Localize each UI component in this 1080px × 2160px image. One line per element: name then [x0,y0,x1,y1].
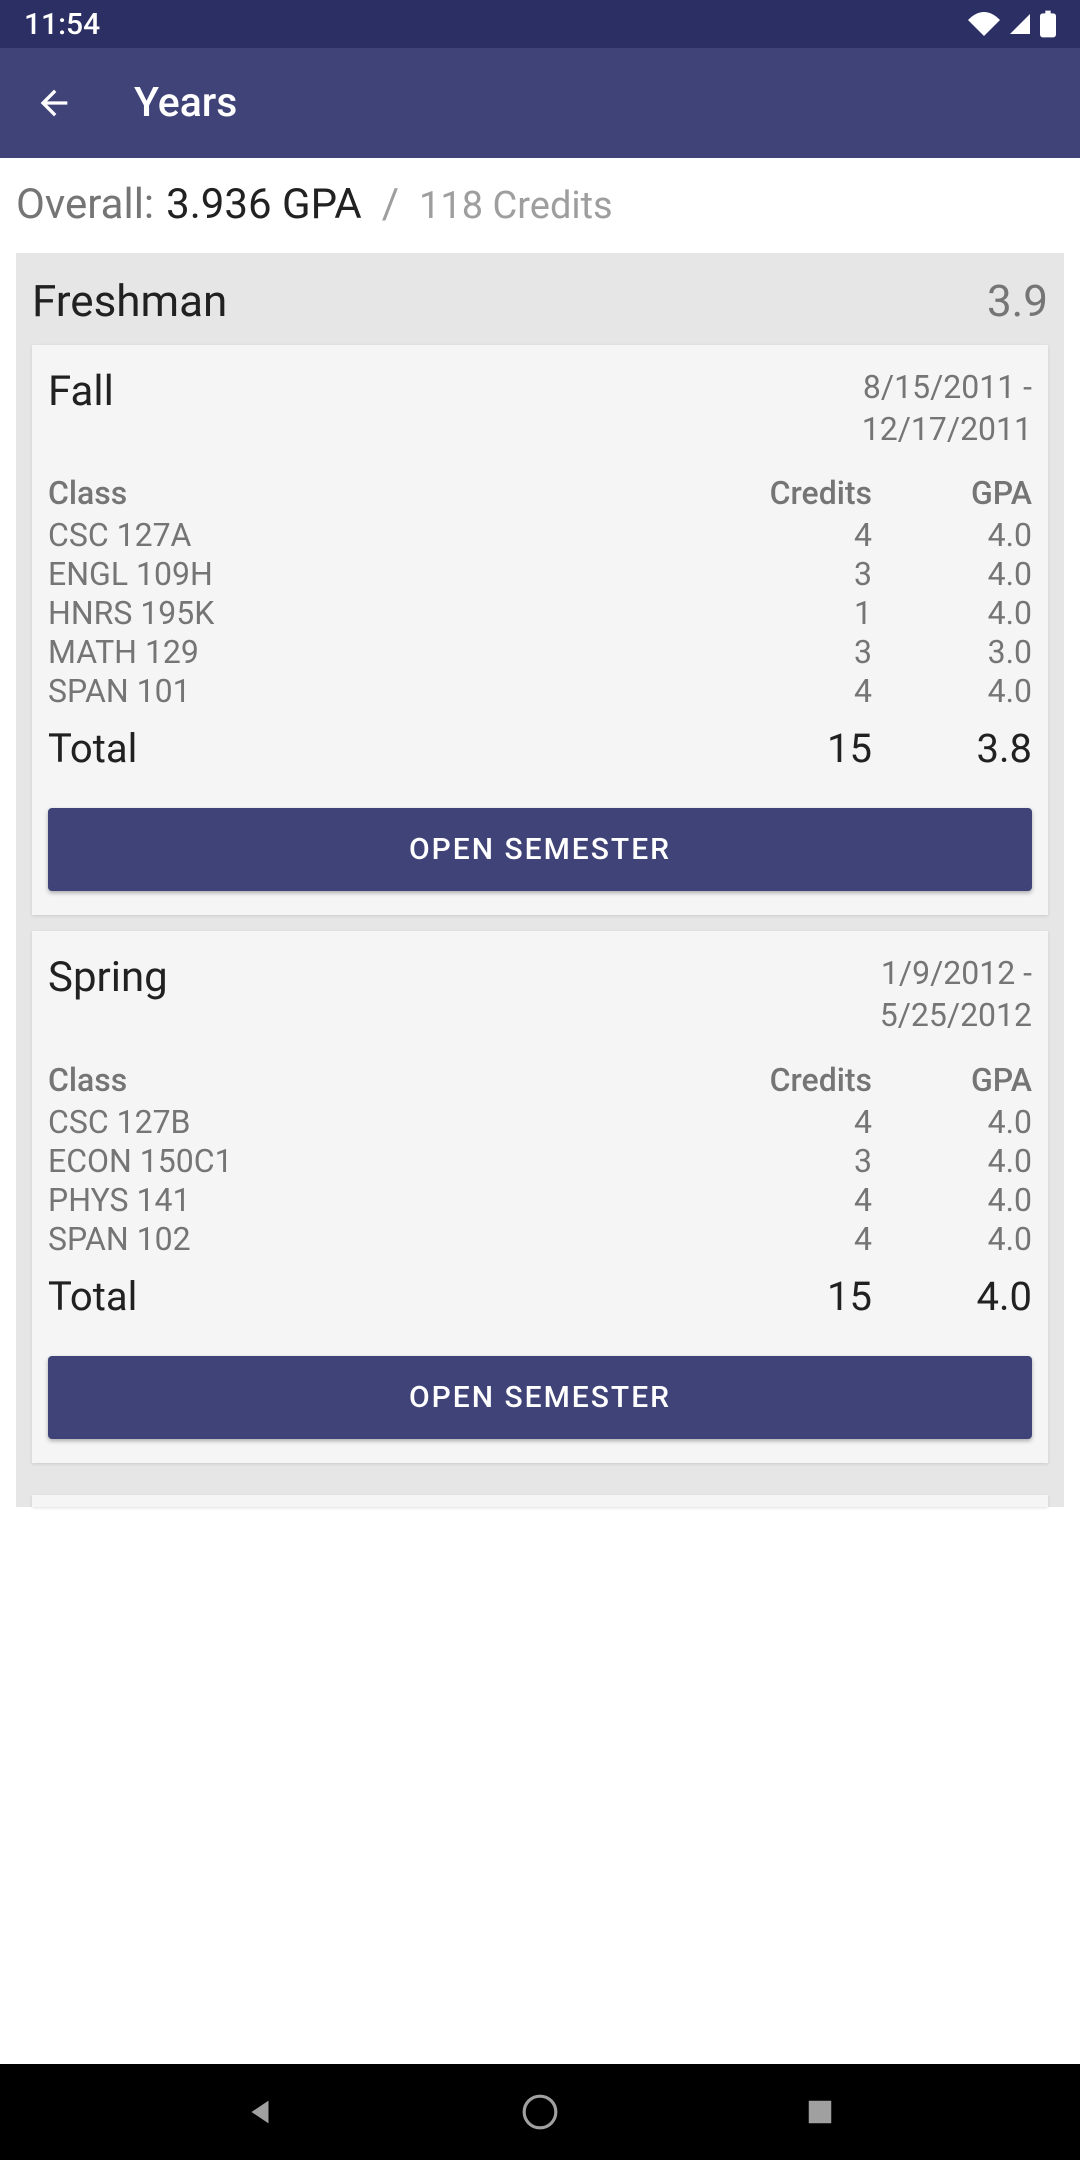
table-total: Total 15 4.0 [48,1273,1032,1320]
overall-label: Overall: [16,180,154,229]
content-area: Freshman 3.9 Fall 8/15/2011 - 12/17/2011… [0,251,1080,2064]
status-bar: 11:54 [0,0,1080,48]
semester-name: Spring [48,953,168,1002]
status-icons [968,10,1056,38]
open-semester-button[interactable]: OPEN SEMESTER [48,808,1032,891]
cell-class: SPAN 101 [48,672,692,711]
overall-summary: Overall: 3.936 GPA / 118 Credits [0,158,1080,251]
semester-card-spring: Spring 1/9/2012 - 5/25/2012 Class Credit… [32,931,1048,1462]
cell-credits: 3 [692,555,872,594]
cell-gpa: 4.0 [872,1142,1032,1181]
table-header: Class Credits GPA [48,1061,1032,1099]
class-table: Class Credits GPA CSC 127A 4 4.0 ENGL 10… [48,474,1032,772]
table-row: SPAN 102 4 4.0 [48,1220,1032,1259]
semester-date-start: 1/9/2012 - [880,953,1032,995]
semester-date-end: 5/25/2012 [880,995,1032,1037]
cell-class: ENGL 109H [48,555,692,594]
cell-credits: 1 [692,594,872,633]
cell-gpa: 4.0 [872,1103,1032,1142]
nav-back-button[interactable] [240,2092,280,2132]
triangle-back-icon [243,2095,277,2129]
total-credits: 15 [692,725,872,772]
cell-credits: 4 [692,1181,872,1220]
circle-home-icon [521,2093,559,2131]
cell-credits: 4 [692,516,872,555]
table-row: ECON 150C1 3 4.0 [48,1142,1032,1181]
spacer [16,1479,1064,1495]
total-credits: 15 [692,1273,872,1320]
battery-icon [1040,10,1056,38]
table-row: CSC 127B 4 4.0 [48,1103,1032,1142]
table-row: PHYS 141 4 4.0 [48,1181,1032,1220]
cell-credits: 3 [692,633,872,672]
table-row: SPAN 101 4 4.0 [48,672,1032,711]
header-credits: Credits [692,474,872,512]
cell-credits: 3 [692,1142,872,1181]
wifi-icon [968,12,1000,36]
year-name: Freshman [32,275,227,327]
status-time: 11:54 [24,7,100,42]
semester-date-end: 12/17/2011 [862,409,1032,451]
semester-date-start: 8/15/2011 - [862,367,1032,409]
class-table: Class Credits GPA CSC 127B 4 4.0 ECON 15… [48,1061,1032,1320]
table-row: MATH 129 3 3.0 [48,633,1032,672]
cell-class: CSC 127A [48,516,692,555]
cell-class: MATH 129 [48,633,692,672]
signal-icon [1008,12,1032,36]
year-card: Freshman 3.9 Fall 8/15/2011 - 12/17/2011… [16,253,1064,1507]
header-gpa: GPA [872,1061,1032,1099]
open-semester-button[interactable]: OPEN SEMESTER [48,1356,1032,1439]
cell-gpa: 4.0 [872,555,1032,594]
app-title: Years [134,79,237,127]
overall-gpa: 3.936 GPA [166,180,362,229]
overall-separator: / [382,180,399,229]
square-recent-icon [805,2097,835,2127]
year-gpa: 3.9 [987,275,1048,327]
overall-credits: 118 Credits [419,184,613,228]
cell-class: SPAN 102 [48,1220,692,1259]
navigation-bar [0,2064,1080,2160]
cell-gpa: 4.0 [872,516,1032,555]
semester-name: Fall [48,367,114,416]
cell-gpa: 4.0 [872,672,1032,711]
header-class: Class [48,474,692,512]
total-label: Total [48,725,692,772]
table-total: Total 15 3.8 [48,725,1032,772]
cell-class: HNRS 195K [48,594,692,633]
table-header: Class Credits GPA [48,474,1032,512]
semester-card-fall: Fall 8/15/2011 - 12/17/2011 Class Credit… [32,345,1048,915]
cell-gpa: 4.0 [872,594,1032,633]
app-bar: Years [0,48,1080,158]
cell-credits: 4 [692,1220,872,1259]
cell-class: ECON 150C1 [48,1142,692,1181]
cell-credits: 4 [692,1103,872,1142]
cell-credits: 4 [692,672,872,711]
total-gpa: 3.8 [872,725,1032,772]
header-credits: Credits [692,1061,872,1099]
cell-gpa: 4.0 [872,1220,1032,1259]
semester-dates: 1/9/2012 - 5/25/2012 [880,953,1032,1036]
semester-header: Spring 1/9/2012 - 5/25/2012 [48,953,1032,1036]
semester-dates: 8/15/2011 - 12/17/2011 [862,367,1032,450]
semester-header: Fall 8/15/2011 - 12/17/2011 [48,367,1032,450]
total-label: Total [48,1273,692,1320]
nav-recent-button[interactable] [800,2092,840,2132]
cell-gpa: 4.0 [872,1181,1032,1220]
header-gpa: GPA [872,474,1032,512]
year-header[interactable]: Freshman 3.9 [16,253,1064,345]
total-gpa: 4.0 [872,1273,1032,1320]
table-row: HNRS 195K 1 4.0 [48,594,1032,633]
table-row: CSC 127A 4 4.0 [48,516,1032,555]
back-button[interactable] [30,79,78,127]
header-class: Class [48,1061,692,1099]
table-row: ENGL 109H 3 4.0 [48,555,1032,594]
nav-home-button[interactable] [520,2092,560,2132]
cell-class: CSC 127B [48,1103,692,1142]
next-card-peek [32,1495,1048,1507]
cell-class: PHYS 141 [48,1181,692,1220]
arrow-back-icon [34,83,74,123]
cell-gpa: 3.0 [872,633,1032,672]
